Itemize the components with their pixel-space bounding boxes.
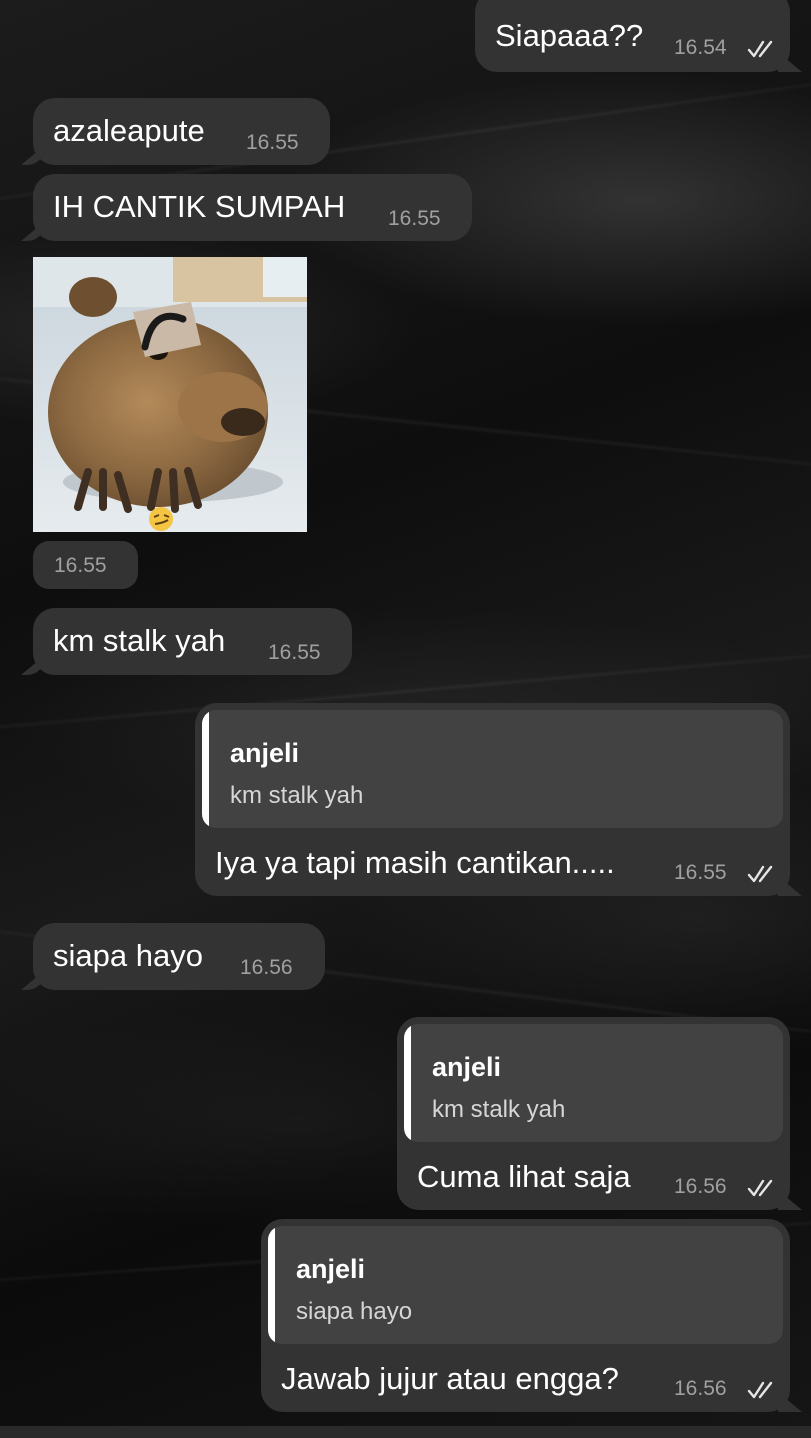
message-text: azaleapute [53,113,205,148]
quoted-message[interactable]: anjeli km stalk yah [404,1024,783,1142]
quoted-sender: anjeli [296,1254,366,1284]
message-time: 16.55 [388,207,441,230]
message-time: 16.55 [54,554,107,577]
quoted-text: km stalk yah [432,1096,566,1123]
message-text: Iya ya tapi masih cantikan..... [215,845,615,880]
quoted-message[interactable]: anjeli km stalk yah [202,710,783,828]
smirk-emoji-icon [149,507,173,531]
outgoing-reply-message[interactable]: anjeli km stalk yah Cuma lihat saja 16.5… [397,1017,790,1210]
message-time: 16.55 [674,861,727,884]
message-time: 16.56 [240,956,293,979]
outgoing-reply-message[interactable]: anjeli km stalk yah Iya ya tapi masih ca… [195,703,790,896]
message-text: Jawab jujur atau engga? [281,1361,619,1396]
message-text: IH CANTIK SUMPAH [53,189,346,224]
photo-time-badge: 16.55 [33,541,138,589]
quoted-text: siapa hayo [296,1298,413,1325]
message-time: 16.56 [674,1377,727,1400]
message-text: km stalk yah [53,623,226,658]
incoming-message[interactable]: azaleapute 16.55 [33,98,330,165]
message-text: Siapaaa?? [495,18,644,53]
message-time: 16.54 [674,36,727,59]
outgoing-message[interactable]: Siapaaa?? 16.54 [475,0,790,72]
outgoing-reply-message[interactable]: anjeli siapa hayo Jawab jujur atau engga… [261,1219,790,1412]
double-check-icon [747,1381,773,1399]
bottom-bar [0,1426,811,1438]
quoted-message[interactable]: anjeli siapa hayo [268,1226,783,1344]
double-check-icon [747,40,773,58]
quote-bar [404,1024,411,1142]
quote-bar [268,1226,275,1344]
quote-bar [202,710,209,828]
quoted-text: km stalk yah [230,782,364,809]
message-time: 16.56 [674,1175,727,1198]
incoming-message[interactable]: IH CANTIK SUMPAH 16.55 [33,174,472,241]
message-time: 16.55 [268,641,321,664]
quoted-sender: anjeli [230,738,300,768]
capybara-photo[interactable] [33,257,307,532]
message-text: siapa hayo [53,938,203,973]
double-check-icon [747,1179,773,1197]
message-time: 16.55 [246,131,299,154]
message-text: Cuma lihat saja [417,1159,631,1194]
message-list[interactable]: Siapaaa?? 16.54 azaleapute 16.55 IH CANT… [0,0,811,1438]
incoming-message[interactable]: siapa hayo 16.56 [33,923,325,990]
incoming-message[interactable]: km stalk yah 16.55 [33,608,352,675]
double-check-icon [747,865,773,883]
quoted-sender: anjeli [432,1052,502,1082]
